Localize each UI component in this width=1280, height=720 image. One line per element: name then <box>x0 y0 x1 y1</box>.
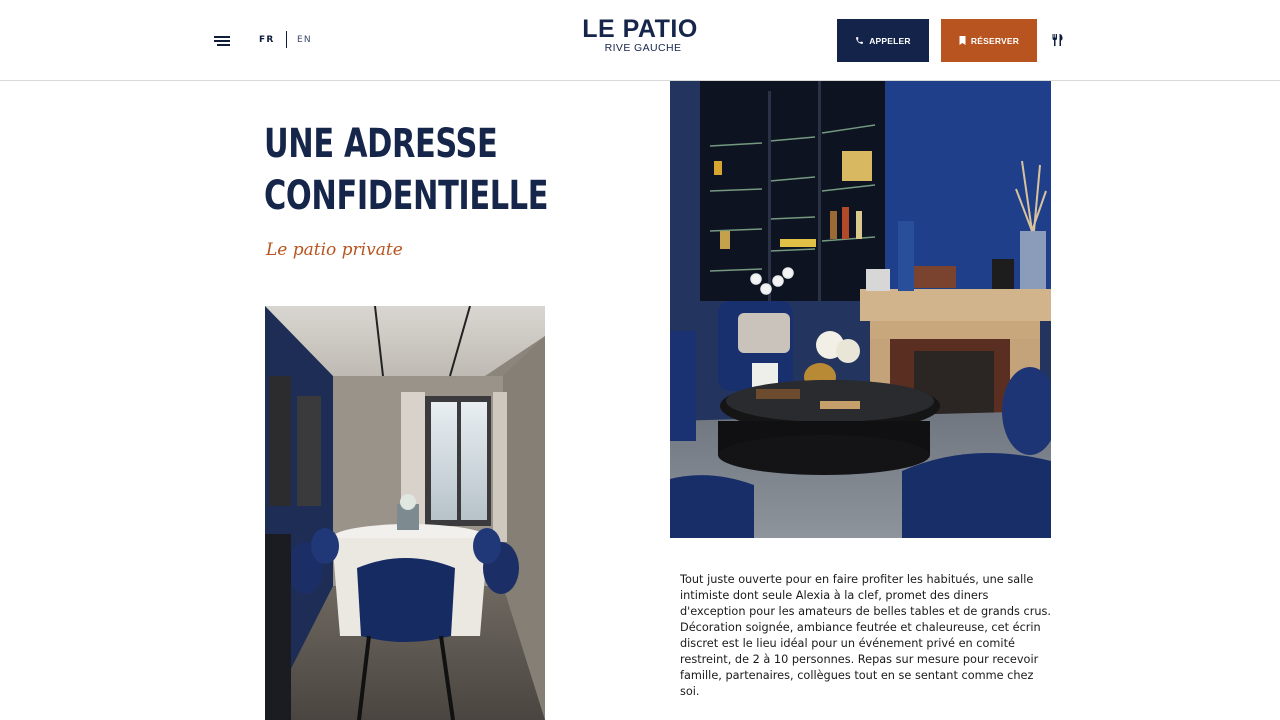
logo-main-text: LE PATIO <box>582 15 698 43</box>
title-line-2: CONFIDENTIELLE <box>264 173 549 219</box>
lang-en-link[interactable]: EN <box>297 35 312 45</box>
logo-sub-text: RIVE GAUCHE <box>604 42 682 54</box>
lounge-photo <box>670 81 1051 538</box>
lang-divider <box>286 31 287 48</box>
page-title: UNE ADRESSE CONFIDENTIELLE <box>264 118 549 222</box>
site-header: FR EN LE PATIO RIVE GAUCHE APPELER RÉSER… <box>0 0 1280 81</box>
book-button[interactable]: RÉSERVER <box>941 19 1037 62</box>
dining-room-illustration <box>265 306 545 720</box>
call-button-label: APPELER <box>869 35 911 46</box>
lang-fr-link[interactable]: FR <box>259 35 274 45</box>
private-dining-room-photo <box>265 306 545 720</box>
call-button[interactable]: APPELER <box>837 19 929 62</box>
phone-icon <box>856 37 864 44</box>
section-subtitle: Le patio private <box>266 240 403 260</box>
bookmark-icon <box>959 36 966 45</box>
title-line-1: UNE ADRESSE <box>264 121 498 167</box>
menu-icon[interactable] <box>214 36 230 47</box>
lounge-illustration <box>670 81 1051 538</box>
logo[interactable]: LE PATIO RIVE GAUCHE <box>580 16 700 54</box>
book-button-label: RÉSERVER <box>970 35 1020 46</box>
utensils-icon[interactable] <box>1052 34 1063 46</box>
description-text: Tout juste ouverte pour en faire profite… <box>680 572 1052 700</box>
description-paragraph-1: Tout juste ouverte pour en faire profite… <box>680 573 1051 618</box>
description-paragraph-2: Décoration soignée, ambiance feutrée et … <box>680 621 1041 698</box>
